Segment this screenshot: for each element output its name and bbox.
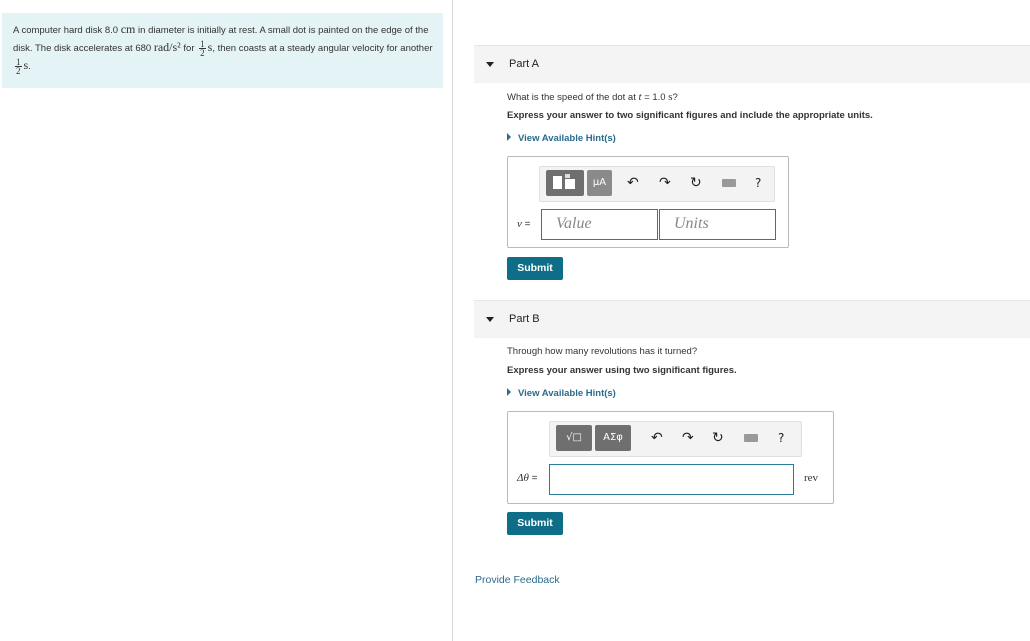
fraction: 12 [15, 57, 22, 76]
expand-triangle-icon [507, 388, 511, 396]
greek-icon[interactable]: ΑΣφ [595, 425, 631, 451]
unit-label: rev [804, 472, 819, 484]
equals-sign: = [521, 219, 531, 230]
part-a-submit-button[interactable]: Submit [507, 257, 563, 280]
answer-variable: v = [517, 218, 531, 230]
collapse-caret-icon[interactable] [486, 317, 494, 322]
redo-icon[interactable]: ↷ [659, 175, 671, 191]
part-a-hint-link[interactable]: View Available Hint(s) [507, 133, 616, 144]
part-b-header[interactable]: Part B [474, 300, 1030, 338]
problem-text: for [180, 43, 198, 54]
provide-feedback-link[interactable]: Provide Feedback [475, 574, 560, 586]
keyboard-icon[interactable] [744, 434, 758, 442]
problem-math: rad/s² [153, 40, 181, 54]
sqrt-icon[interactable]: √□ [556, 425, 592, 451]
fraction-denominator: 2 [200, 47, 205, 58]
math-toolbar: √□ ΑΣφ ↶ ↷ ↻ ? [549, 421, 802, 457]
part-b-title: Part B [509, 313, 540, 325]
problem-text: A computer hard disk 8.0 [13, 25, 121, 36]
help-icon[interactable]: ? [778, 430, 784, 446]
value-input[interactable]: Value [541, 209, 658, 240]
problem-text: , then coasts at a steady angular veloci… [212, 43, 433, 54]
question-text: = 1.0 [641, 92, 669, 103]
fraction-denominator: 2 [16, 65, 21, 76]
collapse-caret-icon[interactable] [486, 62, 494, 67]
hint-label: View Available Hint(s) [518, 388, 616, 399]
answer-input[interactable] [549, 464, 794, 495]
part-b-submit-button[interactable]: Submit [507, 512, 563, 535]
keyboard-icon[interactable] [722, 179, 736, 187]
units-icon[interactable]: μA [587, 170, 612, 196]
part-b-answer-box: √□ ΑΣφ ↶ ↷ ↻ ? Δθ = rev [507, 411, 834, 504]
problem-math: cm [120, 22, 136, 36]
question-text: ? [672, 92, 678, 103]
redo-icon[interactable]: ↷ [682, 430, 694, 446]
question-text: What is the speed of the dot at [507, 92, 639, 103]
fraction: 12 [199, 39, 206, 58]
part-b-question: Through how many revolutions has it turn… [507, 346, 698, 357]
parts-pane: Part A What is the speed of the dot at t… [454, 0, 1030, 641]
equals-sign: = [528, 473, 538, 484]
help-icon[interactable]: ? [755, 175, 761, 191]
undo-icon[interactable]: ↶ [627, 175, 639, 191]
units-input[interactable]: Units [659, 209, 776, 240]
part-a-header[interactable]: Part A [474, 45, 1030, 83]
expand-triangle-icon [507, 133, 511, 141]
part-b-instruction: Express your answer using two significan… [507, 365, 737, 376]
problem-text: . [28, 61, 31, 72]
reset-icon[interactable]: ↻ [712, 430, 724, 446]
problem-pane: A computer hard disk 8.0 cm in diameter … [0, 0, 453, 641]
part-a-title: Part A [509, 58, 539, 70]
reset-icon[interactable]: ↻ [690, 175, 702, 191]
part-b-hint-link[interactable]: View Available Hint(s) [507, 388, 616, 399]
part-a-answer-box: μA ↶ ↷ ↻ ? v = Value Units [507, 156, 789, 248]
hint-label: View Available Hint(s) [518, 133, 616, 144]
templates-icon[interactable] [546, 170, 584, 196]
problem-statement: A computer hard disk 8.0 cm in diameter … [2, 13, 443, 88]
variable-symbol: Δθ [517, 472, 529, 484]
undo-icon[interactable]: ↶ [651, 430, 663, 446]
part-a-instruction: Express your answer to two significant f… [507, 110, 873, 121]
answer-variable: Δθ = [517, 472, 537, 484]
part-a-question: What is the speed of the dot at t = 1.0 … [507, 91, 678, 103]
math-toolbar: μA ↶ ↷ ↻ ? [539, 166, 775, 202]
